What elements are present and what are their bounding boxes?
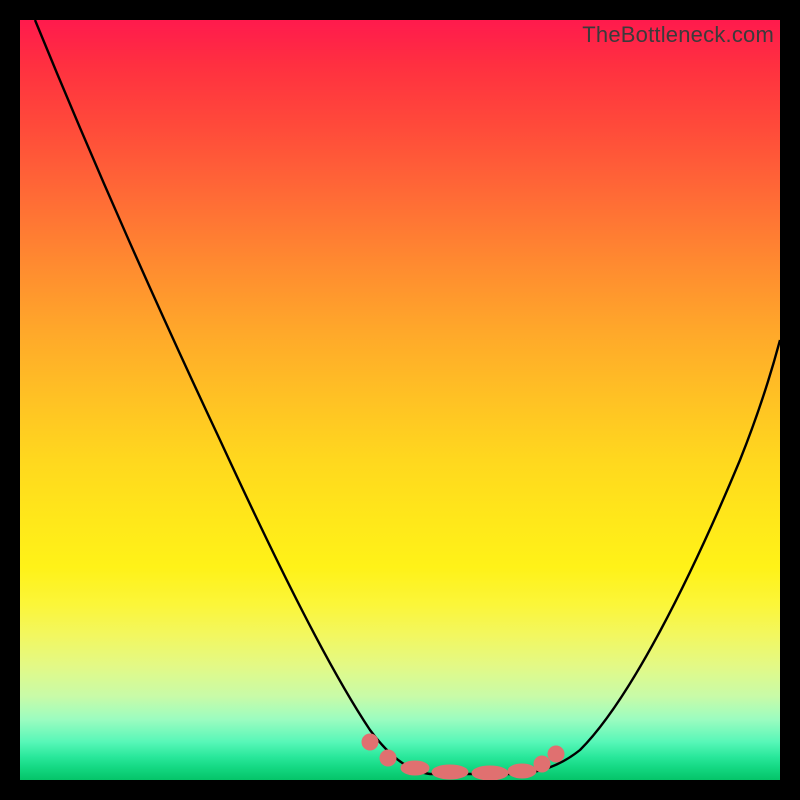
chart-svg	[20, 20, 780, 780]
chart-frame: TheBottleneck.com	[0, 0, 800, 800]
chart-plot-area: TheBottleneck.com	[20, 20, 780, 780]
optimal-range-markers	[362, 734, 564, 780]
bottleneck-curve	[35, 20, 780, 774]
